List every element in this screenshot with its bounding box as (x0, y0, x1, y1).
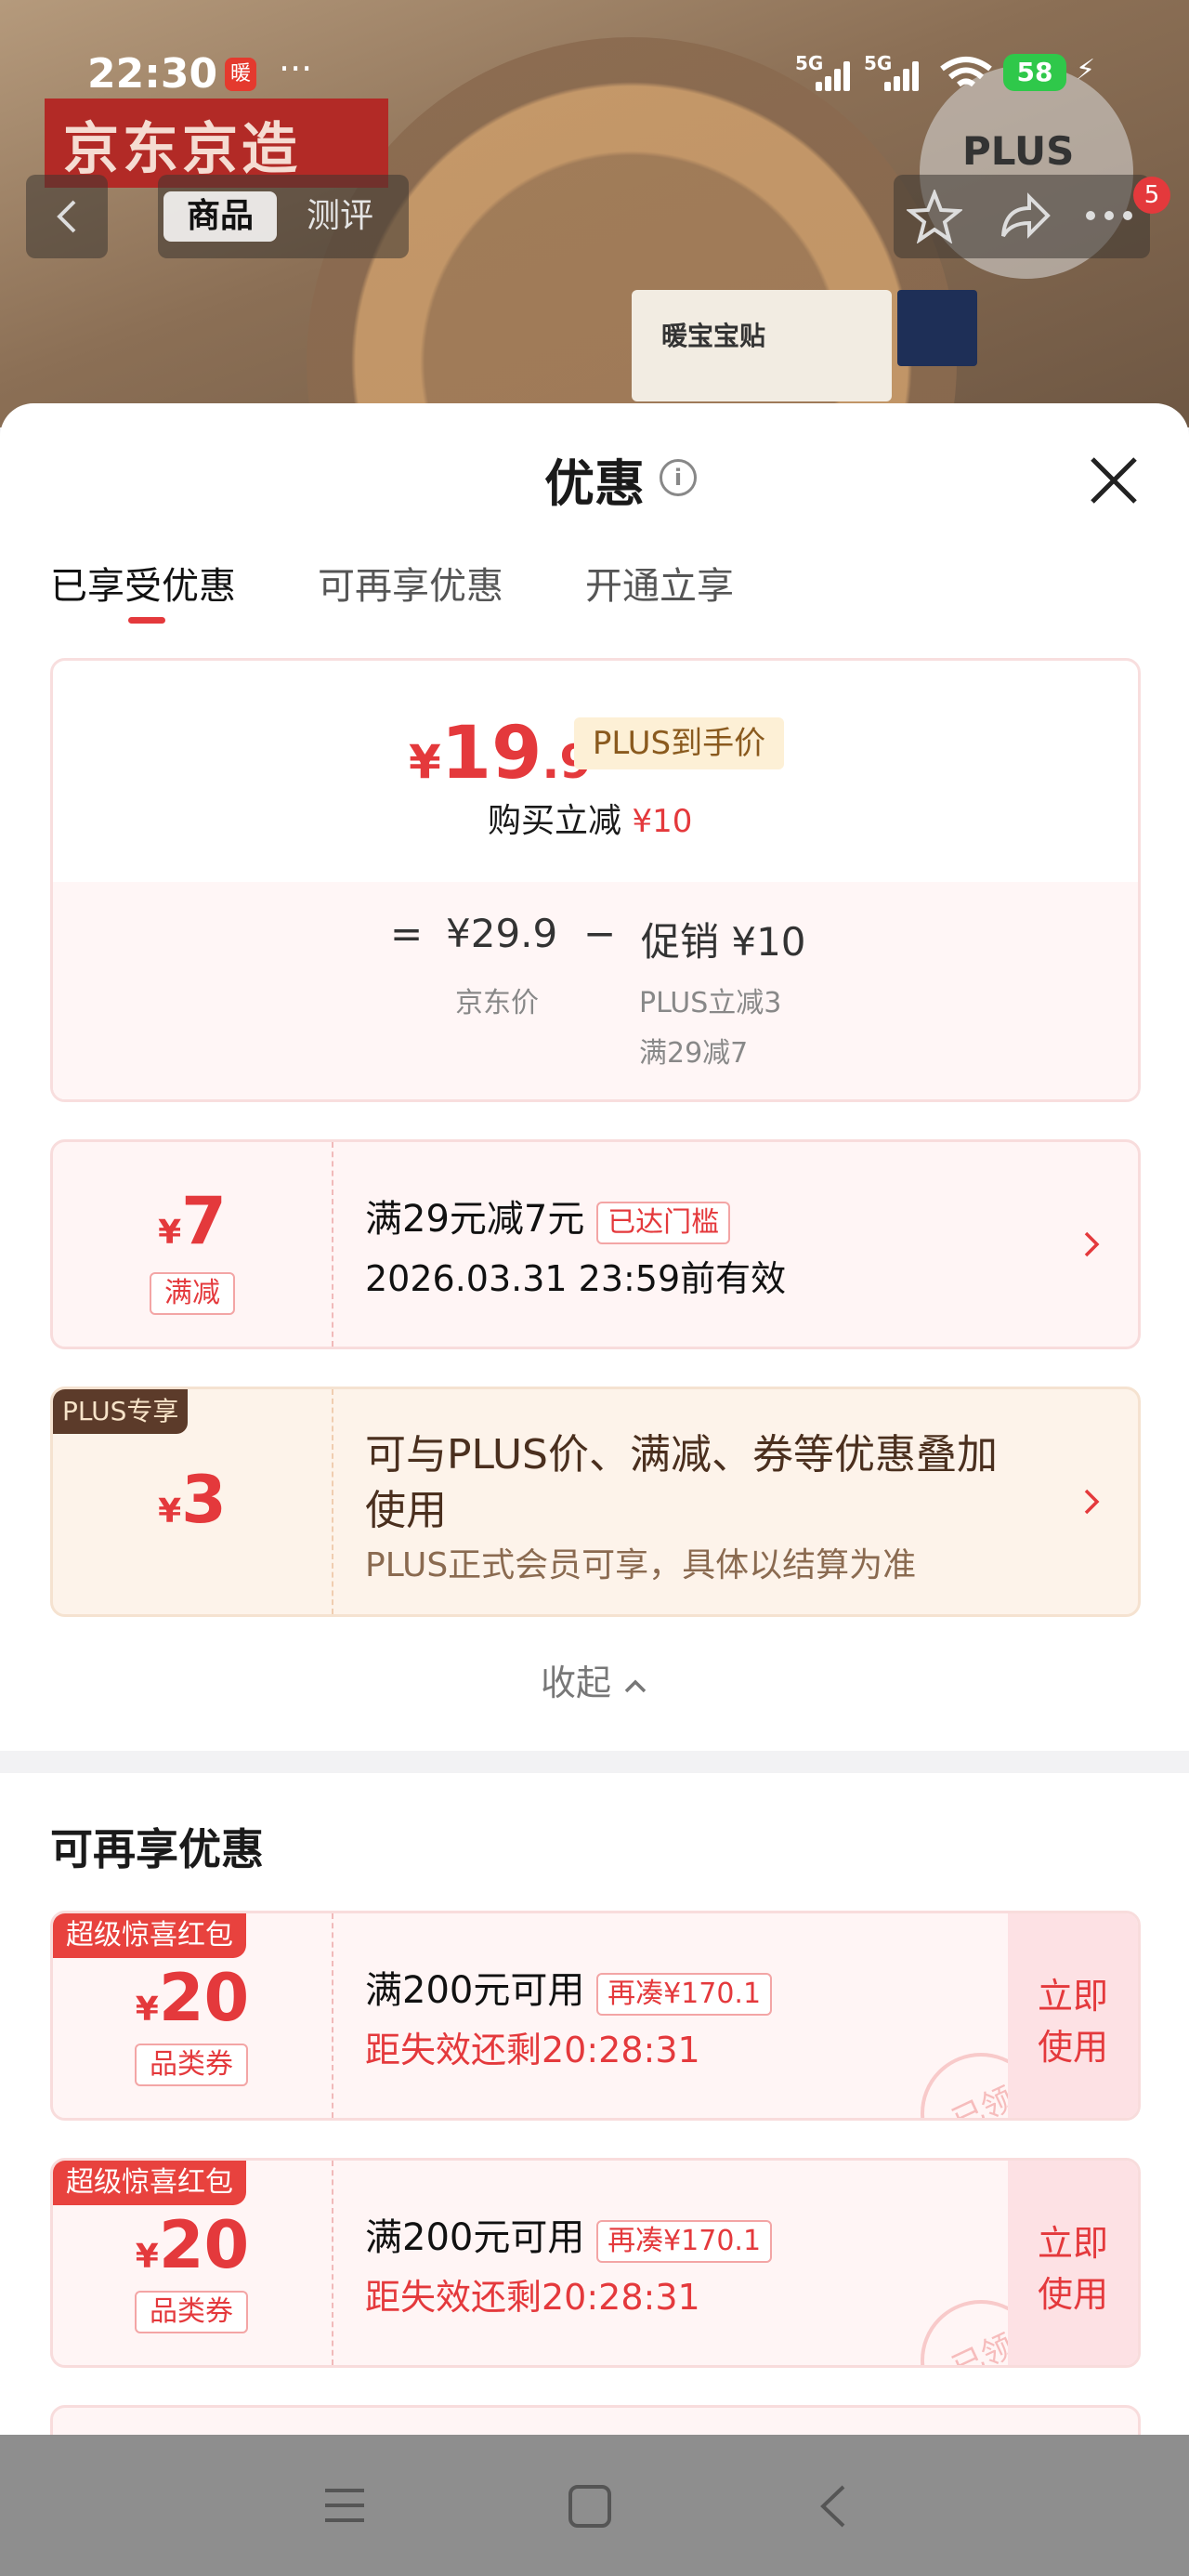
menu-icon[interactable] (323, 2485, 366, 2526)
share-icon[interactable] (998, 190, 1053, 243)
plus-discount-note: PLUS正式会员可享，具体以结算为准 (365, 1546, 917, 1584)
back-nav-icon[interactable] (817, 2483, 849, 2530)
tab-more-discounts[interactable]: 可再享优惠 (318, 556, 503, 610)
coupon-amount: ¥20 (135, 1960, 250, 2036)
coupon-gap-tag: 再凑¥170.1 (596, 2220, 773, 2263)
coupon-countdown: 距失效还剩20:28:31 (365, 2030, 700, 2070)
info-icon[interactable]: i (660, 459, 697, 496)
coupon-type-label: 品类券 (135, 2291, 248, 2333)
section-separator (0, 1751, 1189, 1773)
coupon-card[interactable]: 超级惊喜红包 ¥20 品类券 满200元可用 再凑¥170.1 距失效还剩20:… (50, 2158, 1141, 2368)
signal-bars-icon-1 (808, 59, 855, 91)
message-count-badge: 5 (1133, 177, 1170, 214)
tab-activate-discounts[interactable]: 开通立享 (585, 556, 734, 610)
final-price: ¥19.9 (409, 712, 593, 795)
discount-full-cut[interactable]: ¥7 满减 满29元减7元 已达门槛 2026.03.31 23:59前有效 (50, 1139, 1141, 1349)
buy-cut-value: ¥10 (632, 803, 693, 840)
threshold-met-tag: 已达门槛 (596, 1202, 731, 1244)
jd-price-label: 京东价 (455, 987, 539, 1019)
discount-expire: 2026.03.31 23:59前有效 (365, 1258, 787, 1299)
plus-discount-amount: ¥3 (158, 1462, 227, 1538)
discount-amount: ¥7 (158, 1183, 227, 1259)
more-discounts-title: 可再享优惠 (50, 1824, 264, 1874)
tab-review[interactable]: 测评 (307, 191, 373, 242)
discount-type-label: 满减 (150, 1272, 235, 1315)
minus-sign: − (583, 911, 617, 956)
buy-cut-line: 购买立减 ¥10 (488, 794, 692, 842)
promo-detail-full-cut: 满29减7 (639, 1037, 749, 1070)
home-icon[interactable] (567, 2483, 613, 2530)
plus-price-tag: PLUS到手价 (574, 717, 784, 769)
plus-exclusive-ribbon: PLUS专享 (53, 1389, 189, 1434)
coupon-gap-tag: 再凑¥170.1 (596, 1973, 773, 2016)
plus-badge-text: PLUS (962, 128, 1075, 174)
coupon-card[interactable]: 超级惊喜红包 ¥20 品类券 满200元可用 再凑¥170.1 距失效还剩20:… (50, 1911, 1141, 2121)
promo-value: 促销 ¥10 (641, 919, 806, 965)
coupon-title: 满200元可用 再凑¥170.1 (365, 2207, 773, 2263)
use-now-button[interactable]: 立即 使用 (1008, 1913, 1138, 2118)
coupon-title: 满200元可用 再凑¥170.1 (365, 1960, 773, 2016)
coupon-amount: ¥20 (135, 2207, 250, 2283)
system-navigation-bar (0, 2435, 1189, 2576)
buy-cut-label: 购买立减 (488, 802, 622, 840)
coupon-type-label: 品类券 (135, 2044, 248, 2086)
signal-bars-icon-2 (877, 59, 923, 91)
status-time: 22:30 (87, 50, 218, 98)
plus-discount-title-line2: 使用 (365, 1487, 447, 1534)
wifi-icon (940, 57, 992, 87)
top-tools (894, 175, 1150, 258)
close-icon[interactable] (1085, 452, 1143, 509)
status-bar: 22:30 暖 ··· 5G 5G 58 ⚡ (0, 46, 1189, 102)
discount-title: 满29元减7元 已达门槛 (365, 1189, 731, 1244)
coupon-ribbon: 超级惊喜红包 (53, 2161, 246, 2205)
plus-discount-title-line1: 可与PLUS价、满减、券等优惠叠加 (365, 1431, 998, 1479)
chevron-left-icon (57, 200, 76, 233)
sheet-title: 优惠 (544, 454, 645, 513)
jd-price-value: ¥29.9 (446, 911, 558, 956)
back-button[interactable] (26, 175, 108, 258)
discount-plus[interactable]: PLUS专享 ¥3 可与PLUS价、满减、券等优惠叠加 使用 PLUS正式会员可… (50, 1387, 1141, 1617)
more-icon[interactable] (1083, 208, 1135, 223)
product-tabs: 商品 测评 (158, 175, 409, 258)
product-pack-label: 暖宝宝贴 (661, 321, 766, 351)
coupon-ribbon: 超级惊喜红包 (53, 1913, 246, 1958)
collapse-button[interactable]: 收起 (0, 1654, 1189, 1705)
product-box (897, 290, 977, 366)
coupon-countdown: 距失效还剩20:28:31 (365, 2277, 700, 2318)
tab-product[interactable]: 商品 (163, 191, 277, 242)
active-tab-indicator (128, 617, 165, 624)
equals-sign: = (390, 911, 424, 956)
more-notifications-icon: ··· (279, 48, 313, 89)
chevron-right-icon (1084, 1489, 1100, 1515)
charging-icon: ⚡ (1076, 54, 1096, 86)
tab-enjoyed-discounts[interactable]: 已享受优惠 (50, 556, 236, 610)
chevron-up-icon (624, 1679, 647, 1692)
star-icon[interactable] (907, 190, 962, 243)
chevron-right-icon (1084, 1231, 1100, 1257)
app-notification-icon: 暖 (225, 58, 256, 91)
use-now-button[interactable]: 立即 使用 (1008, 2161, 1138, 2365)
promo-detail-plus: PLUS立减3 (639, 987, 782, 1019)
battery-icon: 58 (1003, 54, 1066, 91)
